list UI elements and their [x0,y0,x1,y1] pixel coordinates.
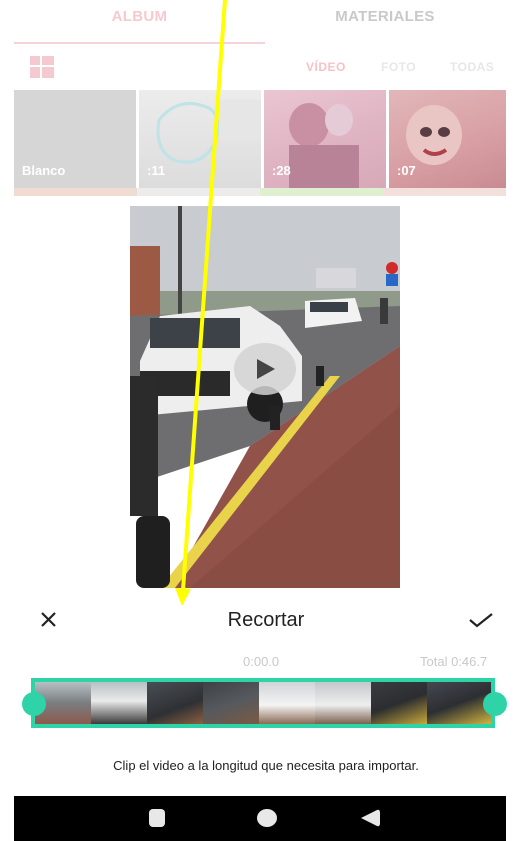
system-nav-bar [14,796,506,841]
timeline-frame [427,682,491,724]
timeline-frame [315,682,371,724]
square-recents-icon[interactable] [149,809,165,827]
thumbnail-label: :07 [397,163,416,178]
trim-start-handle[interactable] [22,692,46,716]
next-row-thumbnails [14,188,506,196]
tab-album[interactable]: ALBUM [14,0,265,44]
filter-foto[interactable]: FOTO [381,60,416,74]
media-thumbnail[interactable]: :11 [139,90,261,188]
grid-layout-icon[interactable] [30,56,54,78]
media-thumbnail[interactable]: :07 [389,90,506,188]
trim-hint-text: Clip el video a la longitud que necesita… [113,758,419,773]
video-preview[interactable] [130,206,400,588]
media-thumbnail[interactable]: :28 [264,90,386,188]
media-filter-bar: VÍDEO FOTO TODAS [0,48,516,88]
trim-end-handle[interactable] [483,692,507,716]
confirm-button[interactable] [466,606,496,632]
tab-materiales[interactable]: MATERIALES [265,0,505,42]
source-tabs: ALBUM MATERIALES [0,0,516,44]
media-thumbnail[interactable]: Blanco [14,90,136,188]
media-grid: Blanco :11 :28 :07 [14,90,506,194]
timeline-frame [91,682,147,724]
timeline-frame [371,682,427,724]
total-duration: Total 0:46.7 [420,654,488,669]
trim-timeline[interactable] [31,678,495,728]
timeline-frame [259,682,315,724]
filter-todas[interactable]: TODAS [450,60,494,74]
thumbnail-label: Blanco [22,163,66,178]
circle-home-icon[interactable] [257,809,277,827]
filter-video[interactable]: VÍDEO [306,60,346,74]
triangle-back-icon[interactable] [359,809,381,827]
trim-title: Recortar [227,609,305,631]
thumbnail-label: :11 [147,163,166,178]
checkmark-icon [469,613,493,628]
play-button[interactable] [234,343,296,395]
timeline-frame [203,682,259,724]
thumbnail-label: :28 [272,163,291,178]
trim-start-time: 0:00.0 [243,654,280,669]
timeline-frame [147,682,203,724]
play-icon [257,359,275,379]
